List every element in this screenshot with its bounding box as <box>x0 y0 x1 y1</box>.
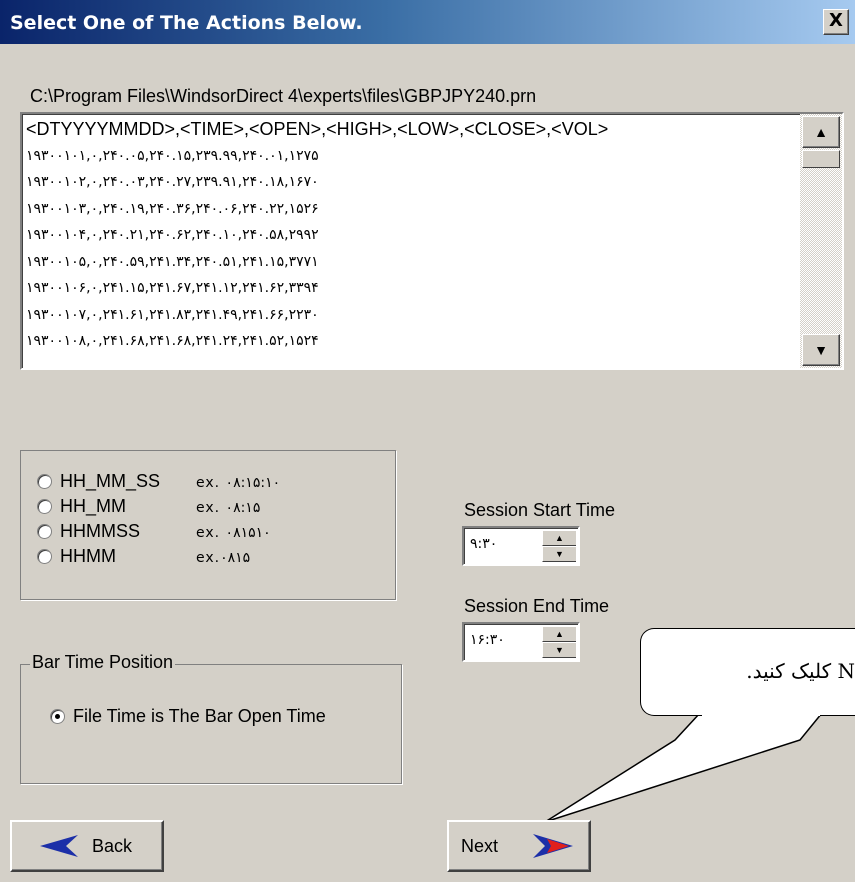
next-button[interactable]: Next <box>447 820 591 872</box>
next-arrow-icon <box>533 834 573 858</box>
back-button[interactable]: Back <box>10 820 164 872</box>
next-button-label: Next <box>461 836 499 856</box>
callout-pointer-joint <box>702 710 820 716</box>
back-button-label: Back <box>92 836 133 856</box>
back-arrow-icon <box>40 835 78 857</box>
